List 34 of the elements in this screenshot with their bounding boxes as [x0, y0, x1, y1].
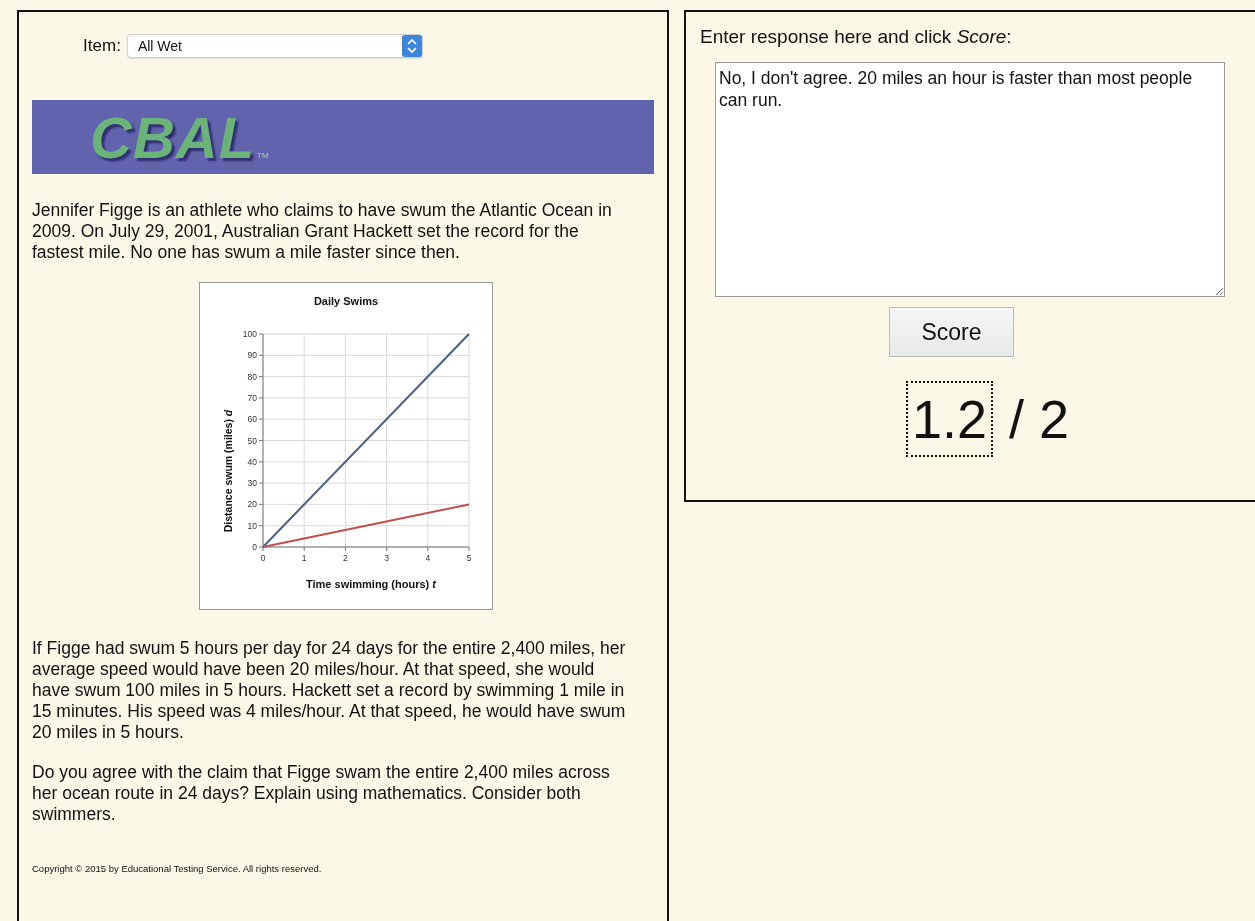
score-button[interactable]: Score	[889, 307, 1014, 357]
instruction-text: Enter response here and click Score:	[700, 26, 1013, 48]
max-score: / 2	[1009, 388, 1070, 450]
tick-label: 2	[343, 553, 348, 563]
tick-label: 3	[384, 553, 389, 563]
tick-label: 50	[247, 435, 257, 446]
tick-label: 90	[247, 350, 257, 361]
copyright-text: Copyright © 2015 by Educational Testing Service. All rights reserved.	[32, 863, 323, 874]
response-field[interactable]: No, I don't agree. 20 miles an hour is faster than most people can run.	[715, 62, 1225, 297]
tick-label: 0	[260, 553, 266, 563]
stepper-icon	[401, 35, 422, 57]
tick-label: 5	[466, 553, 472, 563]
tick-label: 0	[252, 542, 257, 552]
tick-label: 100	[242, 329, 257, 339]
tick-label: 70	[247, 392, 257, 403]
tick-label: 1	[301, 553, 307, 563]
score-value: 1.2	[906, 381, 994, 457]
item-label: Item:	[83, 36, 121, 56]
tick-label: 80	[247, 371, 257, 382]
intro-paragraph: Jennifer Figge is an athlete who claims to have swum the Atlantic Ocean in 2009. On July 29, 2001, Australian Grant Hackett set the record for the fastest mile. No one has swum a mile faster since then.	[32, 200, 613, 263]
tick-label: 4	[425, 553, 431, 563]
x-axis-label: Time swimming (hours) t	[305, 578, 438, 590]
tick-label: 40	[247, 456, 257, 467]
item-dropdown[interactable]: All Wet	[126, 34, 423, 58]
tick-label: 30	[247, 478, 257, 489]
tick-label: 10	[247, 520, 257, 531]
logo-text: CBAL	[90, 103, 256, 171]
chart-title: Daily Swims	[312, 295, 380, 307]
y-axis-label: Distance swum (miles) d	[222, 408, 234, 535]
trademark-mark: TM	[257, 151, 269, 160]
tick-label: 20	[247, 499, 257, 510]
tick-label: 60	[247, 414, 257, 425]
question-paragraph: Do you agree with the claim that Figge swam the entire 2,400 miles across her ocean route in 24 days? Explain using mathematics. Consider both swimmers.	[32, 762, 611, 825]
question-paragraph: If Figge had swum 5 hours per day for 24 days for the entire 2,400 miles, her average speed would have been 20 miles/hour. At that speed, she would have swum 100 miles in 5 hours. Hackett set a record by swimming 1 mile in 15 minutes. His speed was 4 miles/hour. At that speed, he would have swum 20 miles in 5 hours.	[32, 638, 627, 743]
